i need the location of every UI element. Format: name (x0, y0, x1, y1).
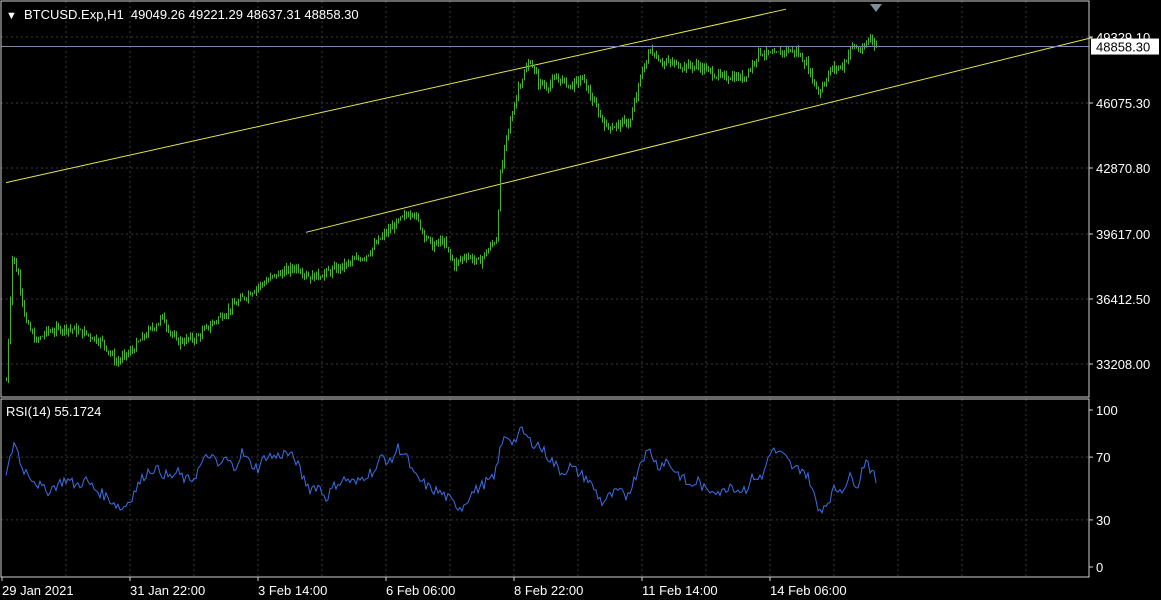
price-tick-label: 42870.80 (1096, 161, 1150, 176)
rsi-tick-label: 70 (1096, 450, 1110, 465)
time-tick-label: 3 Feb 14:00 (258, 583, 327, 598)
chart-background (0, 0, 1161, 600)
current-price-label: 48858.30 (1096, 40, 1150, 55)
rsi-tick-label: 0 (1096, 560, 1103, 575)
rsi-tick-label: 100 (1096, 403, 1118, 418)
time-tick-label: 14 Feb 06:00 (770, 583, 847, 598)
time-tick-label: 31 Jan 22:00 (130, 583, 205, 598)
time-tick-label: 11 Feb 14:00 (642, 583, 718, 598)
symbol-header[interactable]: ▼ BTCUSD.Exp,H1 49049.26 49221.29 48637.… (6, 7, 359, 22)
symbol-menu-icon[interactable]: ▼ (6, 10, 17, 22)
rsi-label: RSI(14) 55.1724 (6, 404, 101, 419)
rsi-tick-label: 30 (1096, 513, 1110, 528)
price-tick-label: 39617.00 (1096, 227, 1150, 242)
symbol-ohlc-label: BTCUSD.Exp,H1 49049.26 49221.29 48637.31… (24, 7, 359, 22)
time-tick-label: 29 Jan 2021 (2, 583, 74, 598)
price-tick-label: 46075.30 (1096, 96, 1150, 111)
price-tick-label: 33208.00 (1096, 357, 1150, 372)
trading-chart[interactable]: ▼ BTCUSD.Exp,H1 49049.26 49221.29 48637.… (0, 0, 1161, 600)
time-tick-label: 6 Feb 06:00 (386, 583, 455, 598)
time-tick-label: 8 Feb 22:00 (514, 583, 583, 598)
price-tick-label: 36412.50 (1096, 292, 1150, 307)
